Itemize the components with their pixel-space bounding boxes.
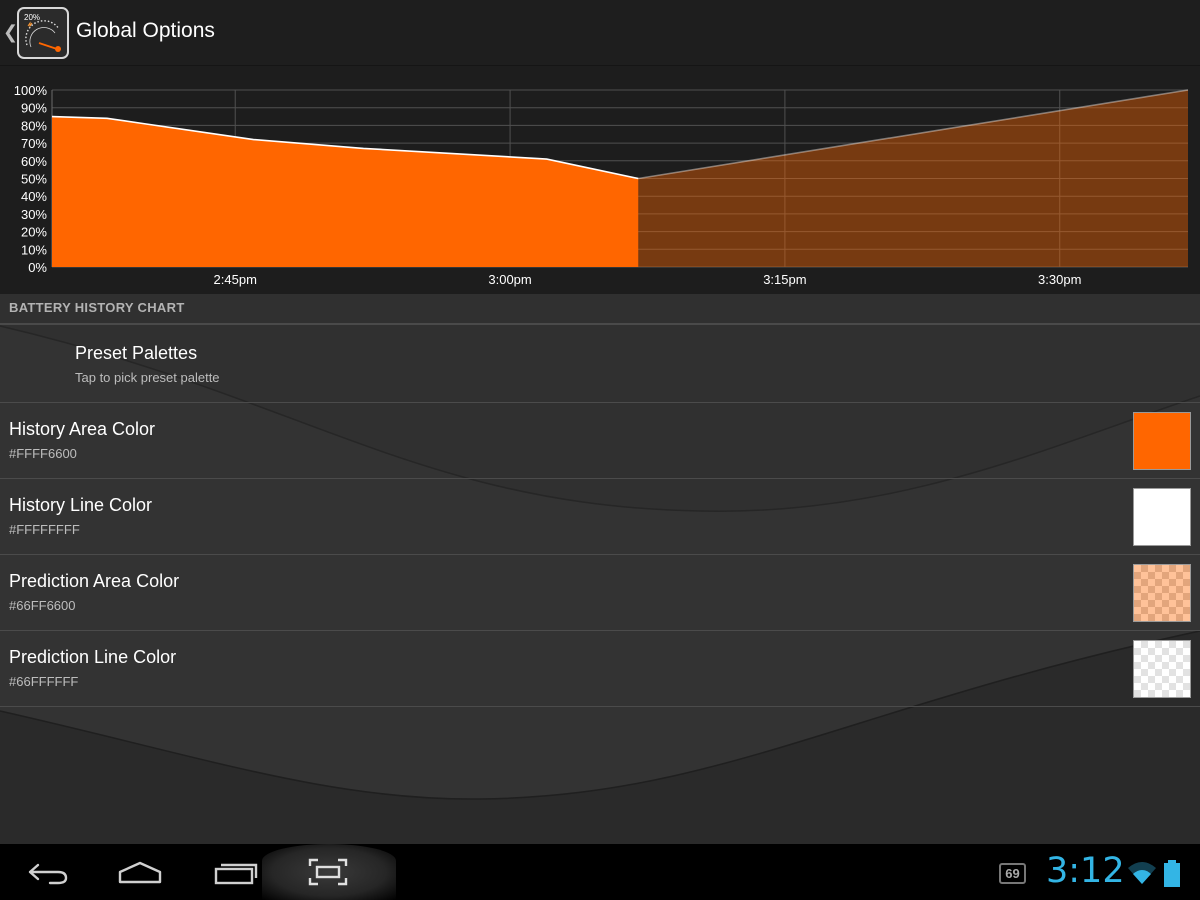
home-icon[interactable] bbox=[112, 856, 168, 888]
y-tick-label: 20% bbox=[21, 225, 47, 240]
color-swatch[interactable] bbox=[1133, 488, 1191, 546]
wifi-icon bbox=[1128, 862, 1156, 884]
pref-summary: Tap to pick preset palette bbox=[75, 370, 220, 385]
navigation-bar: 69 3:12 bbox=[0, 844, 1200, 900]
y-tick-label: 80% bbox=[21, 118, 47, 133]
pref-summary: #66FFFFFF bbox=[9, 674, 79, 689]
section-header: BATTERY HISTORY CHART bbox=[9, 300, 185, 315]
y-tick-label: 30% bbox=[21, 207, 47, 222]
pref-history-area-color[interactable]: History Area Color #FFFF6600 bbox=[0, 403, 1200, 479]
pref-history-line-color[interactable]: History Line Color #FFFFFFFF bbox=[0, 479, 1200, 555]
back-arrow-icon[interactable] bbox=[20, 856, 76, 888]
x-tick-label: 3:30pm bbox=[1038, 272, 1081, 287]
y-tick-label: 0% bbox=[28, 260, 47, 275]
battery-icon bbox=[1164, 860, 1180, 887]
pref-summary: #66FF6600 bbox=[9, 598, 76, 613]
action-bar: ❮ 20% Global Options bbox=[0, 0, 1200, 66]
pref-title: Prediction Line Color bbox=[9, 647, 177, 667]
x-tick-label: 3:15pm bbox=[763, 272, 806, 287]
pref-prediction-line-color[interactable]: Prediction Line Color #66FFFFFF bbox=[0, 631, 1200, 707]
page-title: Global Options bbox=[76, 19, 215, 42]
pref-title: History Line Color bbox=[9, 495, 153, 515]
color-swatch[interactable] bbox=[1133, 640, 1191, 698]
clock[interactable]: 3:12 bbox=[1046, 851, 1125, 891]
pref-title: History Area Color bbox=[9, 419, 156, 439]
color-swatch[interactable] bbox=[1133, 412, 1191, 470]
pref-summary: #FFFFFFFF bbox=[9, 522, 80, 537]
pref-preset-palettes[interactable]: Preset Palettes Tap to pick preset palet… bbox=[0, 325, 1200, 403]
x-tick-label: 2:45pm bbox=[214, 272, 257, 287]
notification-badge[interactable]: 69 bbox=[999, 863, 1026, 884]
pref-summary: #FFFF6600 bbox=[9, 446, 77, 461]
recent-apps-icon[interactable] bbox=[208, 856, 264, 888]
y-tick-label: 90% bbox=[21, 101, 47, 116]
battery-history-chart: 0% 10% 20% 30% 40% 50% 60% 70% 80% 90% 100% 2:45pm 3… bbox=[0, 66, 1200, 294]
screenshot-icon[interactable] bbox=[300, 856, 356, 888]
settings-content: 0% 10% 20% 30% 40% 50% 60% 70% 80% 90% 100% 2:45pm 3… bbox=[0, 66, 1200, 844]
y-tick-label: 40% bbox=[21, 189, 47, 204]
y-tick-label: 60% bbox=[21, 154, 47, 169]
pref-prediction-area-color[interactable]: Prediction Area Color #66FF6600 bbox=[0, 555, 1200, 631]
x-tick-label: 3:00pm bbox=[488, 272, 531, 287]
app-icon-label: 20% bbox=[24, 13, 40, 22]
pref-title: Preset Palettes bbox=[75, 343, 198, 363]
battery-gauge-icon[interactable]: 20% bbox=[17, 7, 69, 59]
y-tick-label: 100% bbox=[14, 83, 48, 98]
y-tick-label: 70% bbox=[21, 136, 47, 151]
color-swatch[interactable] bbox=[1133, 564, 1191, 622]
y-tick-label: 50% bbox=[21, 172, 47, 187]
pref-title: Prediction Area Color bbox=[9, 571, 180, 591]
chevron-left-icon[interactable]: ❮ bbox=[3, 22, 18, 43]
y-tick-label: 10% bbox=[21, 242, 47, 257]
